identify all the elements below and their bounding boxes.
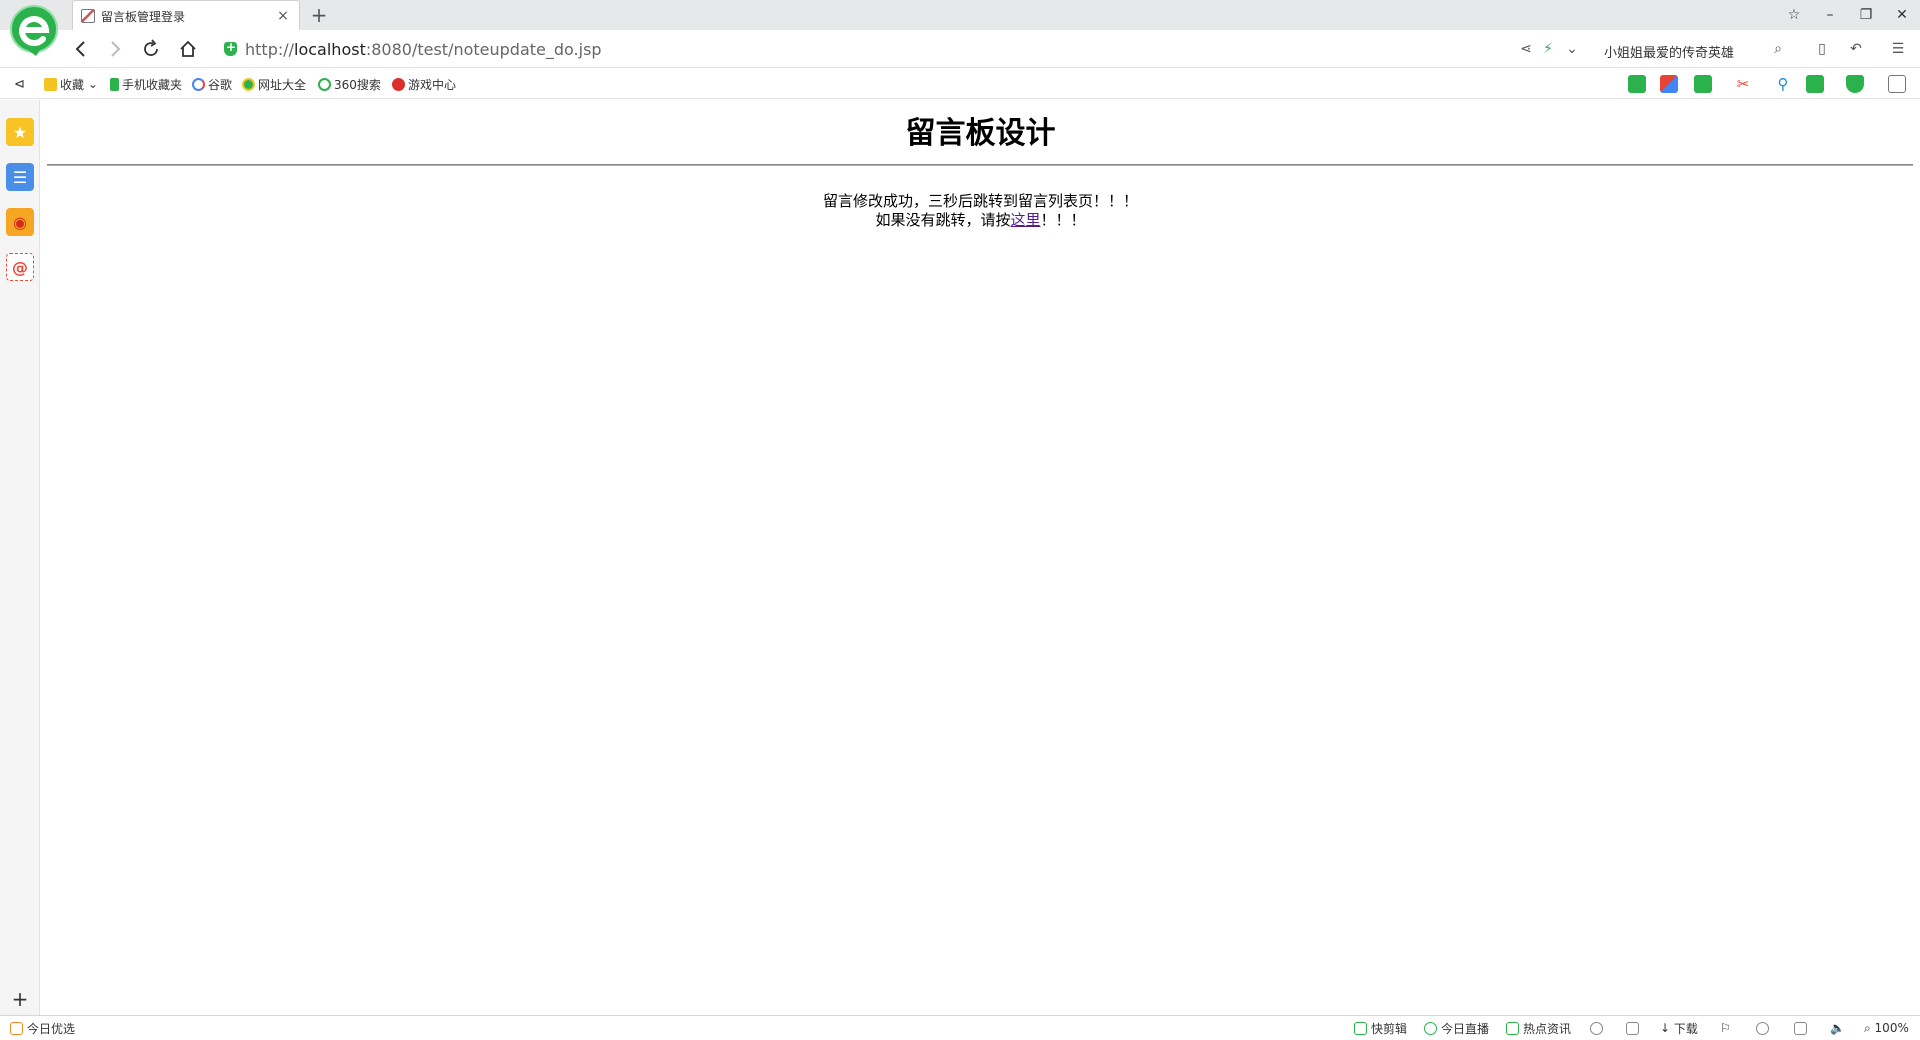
title-bar: 留言板管理登录 × + ☆ – ❐ ✕	[0, 0, 1920, 56]
reading-mode-icon[interactable]: ▯	[1812, 39, 1832, 59]
accelerate-icon[interactable]	[1590, 1020, 1607, 1036]
tab-close-icon[interactable]: ×	[275, 8, 291, 24]
back-button[interactable]	[68, 36, 94, 62]
secure-shield-icon	[224, 40, 237, 56]
horizontal-rule	[47, 164, 1913, 166]
redirect-hint: 如果没有跳转，请按这里！！！	[41, 211, 1920, 230]
bookmark-mobile[interactable]: 手机收藏夹	[110, 75, 182, 93]
redirect-suffix: ！！！	[1040, 211, 1086, 229]
close-button[interactable]: ✕	[1884, 0, 1920, 30]
zoom-button[interactable]: ⌕ 100%	[1864, 1020, 1909, 1036]
play-icon	[1424, 1021, 1437, 1035]
message-block: 留言修改成功，三秒后跳转到留言列表页！！！ 如果没有跳转，请按这里！！！	[41, 192, 1920, 230]
game-icon	[392, 77, 405, 91]
undo-close-tab-icon[interactable]: ↶	[1846, 39, 1866, 59]
left-sidebar: ★ ☰ ◉ @ +	[0, 100, 40, 1015]
quick-cut-button[interactable]: 快剪辑	[1354, 1020, 1407, 1036]
extensions-grid-icon[interactable]	[1888, 75, 1906, 93]
window-mode-icon[interactable]	[1794, 1020, 1811, 1036]
today-pick-button[interactable]: 今日优选	[10, 1020, 75, 1036]
forward-button[interactable]	[102, 36, 128, 62]
success-message: 留言修改成功，三秒后跳转到留言列表页！！！	[822, 192, 1138, 210]
sidebar-weibo-icon[interactable]: ◉	[6, 208, 34, 236]
bookmark-google[interactable]: 谷歌	[192, 75, 232, 93]
address-bar[interactable]: http://localhost:8080/test/noteupdate_do…	[224, 36, 602, 62]
status-bar: 今日优选 快剪辑 今日直播 热点资讯 ↓ 下载 ⚐ 🔈 ⌕ 100%	[0, 1015, 1920, 1040]
star-icon	[44, 77, 57, 91]
gift-icon	[10, 1021, 23, 1035]
sidebar-add-button[interactable]: +	[0, 987, 40, 1011]
apps-icon[interactable]	[1660, 75, 1678, 93]
tab-title: 留言板管理登录	[101, 9, 186, 24]
live-today-button[interactable]: 今日直播	[1424, 1020, 1489, 1036]
back-arrow-icon	[75, 41, 85, 57]
news-icon	[1506, 1021, 1519, 1035]
bookmarks-bar: ⊲ 收藏 ⌄ 手机收藏夹 谷歌 网址大全 360搜索 游戏中心 ✂ ⚲	[0, 69, 1920, 99]
restore-button[interactable]: ❐	[1848, 0, 1884, 30]
chevron-down-icon[interactable]: ⌄	[1562, 39, 1582, 59]
page-title: 留言板设计	[905, 116, 1056, 151]
ie-mode-icon[interactable]	[1756, 1020, 1773, 1036]
download-button[interactable]: ↓ 下载	[1660, 1020, 1698, 1036]
gamepad-icon[interactable]	[1806, 75, 1824, 93]
page-favicon-icon	[81, 9, 95, 23]
magnifier-icon[interactable]: ⚲	[1774, 75, 1792, 93]
hot-news-button[interactable]: 热点资讯	[1506, 1020, 1571, 1036]
phone-icon	[110, 77, 119, 91]
new-tab-button[interactable]: +	[308, 3, 330, 27]
video-edit-icon	[1354, 1021, 1367, 1035]
sidebar-reader-icon[interactable]: ☰	[6, 163, 34, 191]
page-content: 留言板设计 留言修改成功，三秒后跳转到留言列表页！！！ 如果没有跳转，请按这里！…	[41, 100, 1920, 1015]
reading-icon[interactable]	[1628, 75, 1646, 93]
home-button[interactable]	[175, 36, 201, 62]
sidebar-favorites-star-icon[interactable]: ★	[6, 118, 34, 146]
menu-icon[interactable]: ☰	[1888, 39, 1908, 59]
google-icon	[192, 77, 205, 91]
share-icon[interactable]: ⋖	[1516, 39, 1536, 59]
redirect-link[interactable]: 这里	[1010, 211, 1040, 229]
pin-icon[interactable]	[1626, 1020, 1643, 1036]
forward-arrow-icon	[111, 41, 121, 57]
zoom-icon: ⌕	[1864, 1020, 1875, 1035]
url-path: :8080/test/noteupdate_do.jsp	[365, 39, 602, 59]
url-scheme: http://	[245, 39, 295, 59]
navigation-bar: http://localhost:8080/test/noteupdate_do…	[0, 30, 1920, 68]
speed-mode-icon[interactable]: ⚡	[1538, 39, 1558, 59]
sidebar-mail-icon[interactable]: @	[6, 253, 34, 281]
sound-icon[interactable]: 🔈	[1830, 1020, 1845, 1036]
compass-icon	[242, 77, 255, 91]
shield-icon[interactable]	[1846, 75, 1864, 93]
reload-button[interactable]	[138, 36, 164, 62]
window-controls: ☆ – ❐ ✕	[1776, 0, 1920, 30]
flag-icon[interactable]: ⚐	[1720, 1020, 1731, 1036]
translate-icon[interactable]	[1694, 75, 1712, 93]
browser-logo-icon[interactable]	[8, 4, 60, 58]
home-icon	[180, 40, 196, 57]
screenshot-icon[interactable]: ✂	[1734, 75, 1752, 93]
360-icon	[318, 77, 331, 91]
download-arrow-icon: ↓	[1660, 1021, 1674, 1035]
redirect-prefix: 如果没有跳转，请按	[875, 211, 1011, 229]
skin-button[interactable]: ☆	[1776, 0, 1812, 30]
reload-icon	[144, 39, 158, 56]
tab-active[interactable]: 留言板管理登录 ×	[72, 0, 300, 31]
search-icon[interactable]: ⌕	[1768, 39, 1788, 59]
bookmark-favorites[interactable]: 收藏 ⌄	[44, 75, 98, 93]
bookmark-games[interactable]: 游戏中心	[392, 75, 456, 93]
minimize-button[interactable]: –	[1812, 0, 1848, 30]
bookmark-360search[interactable]: 360搜索	[318, 75, 381, 93]
sidebar-toggle-icon[interactable]: ⊲	[14, 75, 25, 93]
bookmark-directory[interactable]: 网址大全	[242, 75, 306, 93]
search-input[interactable]: 小姐姐最爱的传奇英雄	[1604, 42, 1734, 61]
url-host: localhost	[294, 39, 366, 59]
